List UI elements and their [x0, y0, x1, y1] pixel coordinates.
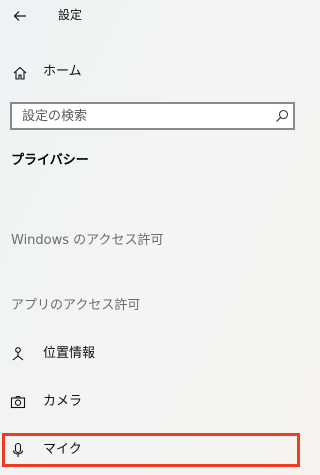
nav-item-camera[interactable]: カメラ: [0, 385, 311, 419]
search-box[interactable]: [10, 102, 295, 130]
arrow-left-icon: [13, 11, 26, 21]
home-nav-item[interactable]: ホーム: [0, 56, 311, 88]
back-button[interactable]: [6, 2, 34, 30]
nav-label-camera: カメラ: [43, 394, 83, 409]
group-label-app-permissions: アプリのアクセス許可: [11, 298, 141, 313]
camera-icon: [10, 395, 26, 409]
home-icon: [13, 66, 27, 80]
microphone-icon: [12, 442, 24, 457]
location-icon: [12, 347, 24, 361]
nav-label-microphone: マイク: [43, 442, 82, 457]
search-input[interactable]: [22, 104, 262, 128]
app-title: 設定: [58, 8, 83, 22]
nav-label-location: 位置情報: [43, 346, 96, 361]
home-label: ホーム: [43, 64, 82, 79]
group-label-windows-permissions: Windows のアクセス許可: [11, 233, 164, 248]
page-title: プライバシー: [11, 153, 89, 168]
nav-item-microphone[interactable]: マイク: [0, 433, 311, 467]
search-icon[interactable]: [275, 109, 289, 123]
nav-item-location[interactable]: 位置情報: [0, 337, 311, 371]
